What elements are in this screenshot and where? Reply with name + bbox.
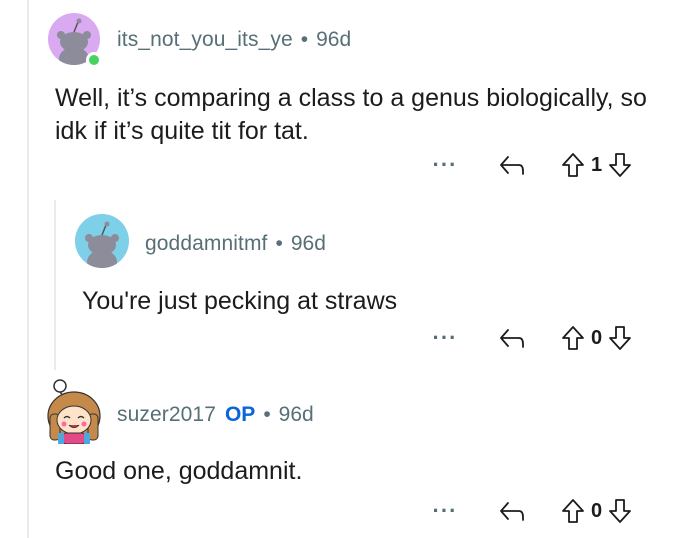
more-options-icon[interactable]: ··· — [425, 500, 465, 522]
vote-score: 1 — [591, 153, 603, 176]
separator: • — [300, 28, 309, 51]
timestamp[interactable]: 96d — [316, 28, 351, 52]
reply-icon[interactable] — [495, 500, 529, 522]
comment-body: Good one, goddamnit. — [55, 457, 303, 485]
comment-meta: goddamnitmf • 96d — [145, 232, 326, 256]
op-badge: OP — [224, 403, 256, 426]
username[interactable]: goddamnitmf — [145, 232, 268, 256]
comment-actions: ··· 1 — [425, 149, 632, 181]
separator: • — [263, 403, 271, 426]
snoo-avatar-icon — [85, 221, 119, 268]
vote-score: 0 — [591, 499, 603, 522]
more-options-icon[interactable]: ··· — [425, 154, 465, 176]
thread-line-reply[interactable] — [54, 200, 56, 370]
custom-avatar-icon — [47, 379, 101, 444]
more-options-icon[interactable]: ··· — [425, 327, 465, 349]
upvote-icon[interactable] — [561, 498, 585, 524]
online-status-icon — [86, 52, 102, 68]
reply-icon[interactable] — [495, 154, 529, 176]
comment-meta: its_not_you_its_ye • 96d — [117, 28, 351, 52]
downvote-icon[interactable] — [608, 498, 632, 524]
comment-body: Well, it’s comparing a class to a genus … — [55, 84, 647, 145]
username[interactable]: suzer2017 — [117, 403, 216, 427]
comment-actions: ··· 0 — [425, 322, 632, 354]
thread-line-outer[interactable] — [27, 0, 29, 538]
reply-icon[interactable] — [495, 327, 529, 349]
upvote-icon[interactable] — [561, 152, 585, 178]
downvote-icon[interactable] — [608, 152, 632, 178]
comment-actions: ··· 0 — [425, 495, 632, 527]
avatar[interactable] — [75, 214, 129, 268]
separator: • — [275, 232, 283, 255]
vote-score: 0 — [591, 326, 603, 349]
avatar[interactable] — [44, 378, 104, 444]
downvote-icon[interactable] — [608, 325, 632, 351]
upvote-icon[interactable] — [561, 325, 585, 351]
username[interactable]: its_not_you_its_ye — [117, 28, 293, 52]
comment-body: You're just pecking at straws — [82, 287, 398, 315]
timestamp[interactable]: 96d — [279, 403, 314, 427]
timestamp[interactable]: 96d — [291, 232, 326, 256]
comment-meta: suzer2017 OP • 96d — [117, 403, 314, 427]
